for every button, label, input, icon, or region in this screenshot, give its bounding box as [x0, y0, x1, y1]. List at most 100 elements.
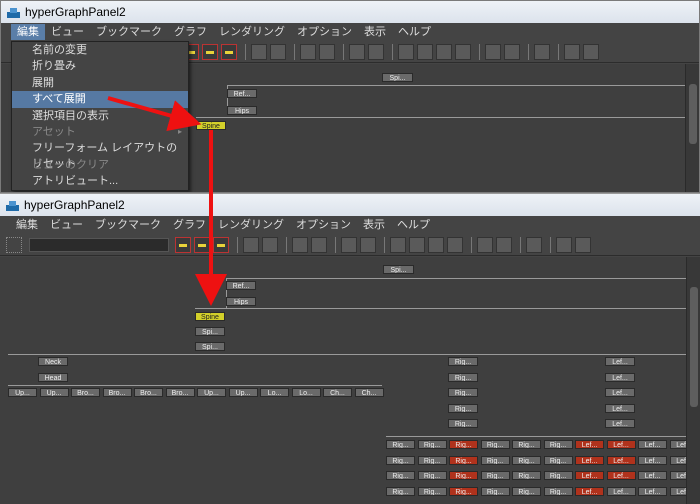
graph-node[interactable]: Up... [228, 388, 258, 397]
graph-node[interactable]: Lef... [606, 455, 636, 465]
menu-edit[interactable]: 編集 [10, 217, 44, 233]
bookmark-icon[interactable] [300, 43, 316, 60]
menu-help[interactable]: ヘルプ [391, 217, 436, 233]
output-connections-icon[interactable] [213, 236, 229, 253]
graph-node[interactable]: Rig... [417, 455, 447, 465]
node-spine[interactable]: Spine [195, 312, 225, 321]
node-hips[interactable]: Hips [227, 106, 257, 115]
connect-icon[interactable] [564, 43, 580, 60]
graph-node[interactable]: Rig... [480, 471, 510, 480]
node-head[interactable]: Head [38, 373, 68, 382]
graph-node[interactable]: Lef... [605, 419, 635, 428]
node-spine1[interactable]: Spi... [195, 327, 225, 336]
graph-node[interactable]: Bro... [71, 388, 100, 397]
node-ref[interactable]: Ref... [226, 281, 256, 290]
graph-node[interactable]: Rig... [512, 440, 541, 449]
graph-node[interactable]: Ch... [323, 388, 352, 397]
graph-node[interactable]: Up... [8, 388, 37, 397]
graph-node[interactable]: Rig... [449, 455, 478, 465]
graph-node[interactable]: Rig... [417, 486, 447, 496]
graph-node[interactable]: Rig... [386, 455, 415, 465]
disconnect-icon[interactable] [575, 236, 591, 253]
menu-graph[interactable]: グラフ [167, 217, 212, 233]
graph-node[interactable]: Rig... [480, 440, 510, 449]
sun-settings-icon[interactable] [447, 236, 463, 253]
node-spine2[interactable]: Spi... [195, 342, 225, 351]
graph-node[interactable]: Lef... [606, 440, 636, 449]
graph-node[interactable]: Up... [39, 388, 69, 397]
bookmark-icon[interactable] [292, 236, 308, 253]
menu-show[interactable]: 表示 [358, 24, 392, 40]
graph-node[interactable]: Lef... [605, 388, 635, 397]
menu-item-collapse[interactable]: 折り畳み [12, 58, 188, 74]
graph-node[interactable]: Rig... [448, 388, 478, 397]
grip-icon[interactable] [6, 236, 22, 253]
menu-item-expand[interactable]: 展開 [12, 75, 188, 91]
menu-item-expand-all[interactable]: すべて展開 [12, 91, 188, 108]
graph-node[interactable]: Lef... [605, 403, 635, 413]
expand-icon[interactable] [251, 43, 267, 60]
menu-edit[interactable]: 編集 [11, 24, 45, 40]
menu-bookmarks[interactable]: ブックマーク [90, 24, 168, 40]
graph-node[interactable]: Lef... [575, 455, 604, 465]
menu-view[interactable]: ビュー [44, 217, 89, 233]
menu-graph[interactable]: グラフ [168, 24, 213, 40]
graph-node[interactable]: Bro... [165, 388, 195, 397]
graph-node[interactable]: Lef... [575, 471, 604, 480]
node-ref[interactable]: Ref... [227, 89, 257, 98]
node-neck[interactable]: Neck [38, 357, 68, 366]
graph-node[interactable]: Rig... [543, 455, 573, 465]
input-connections-icon[interactable] [194, 236, 210, 253]
zoom-icon[interactable] [485, 43, 501, 60]
graph-node[interactable]: Rig... [449, 440, 478, 449]
menu-rendering[interactable]: レンダリング [212, 217, 290, 233]
graph-node[interactable]: Lef... [638, 455, 667, 465]
graph-node[interactable]: Rig... [448, 403, 478, 413]
graph-node[interactable]: Rig... [386, 486, 415, 496]
graph-node[interactable]: Rig... [512, 455, 541, 465]
graph-view[interactable]: Spi... Ref... Hips Spine Spi... Spi... N… [0, 257, 686, 504]
node-hips[interactable]: Hips [226, 297, 256, 306]
empty-slot-icon[interactable] [526, 236, 542, 253]
menu-options[interactable]: オプション [290, 217, 357, 233]
collapse-icon[interactable] [262, 236, 278, 253]
layout-list-icon[interactable] [360, 236, 376, 253]
bookmark-add-icon[interactable] [319, 43, 335, 60]
zoom-options-icon[interactable] [496, 236, 512, 253]
frame-icon[interactable] [390, 236, 406, 253]
graph-node[interactable]: Rig... [512, 471, 541, 480]
graph-node[interactable]: Rig... [386, 440, 415, 449]
graph-node[interactable]: Bro... [102, 388, 132, 397]
graph-node[interactable]: Lef... [605, 372, 635, 382]
frame-all-icon[interactable] [417, 43, 433, 60]
graph-node[interactable]: Rig... [480, 455, 510, 465]
connect-icon[interactable] [556, 236, 572, 253]
layout-list-icon[interactable] [368, 43, 384, 60]
scene-hierarchy-icon[interactable] [175, 236, 191, 253]
layout-icon[interactable] [349, 43, 365, 60]
sun-icon[interactable] [436, 43, 452, 60]
graph-node[interactable]: Lef... [606, 486, 636, 496]
graph-node[interactable]: Rig... [449, 471, 478, 480]
scroll-thumb[interactable] [690, 287, 698, 407]
graph-node[interactable]: Lef... [669, 440, 686, 449]
graph-node[interactable]: Bro... [134, 388, 163, 397]
bookmark-add-icon[interactable] [311, 236, 327, 253]
menu-bookmarks[interactable]: ブックマーク [89, 217, 167, 233]
zoom-icon[interactable] [477, 236, 493, 253]
frame-all-icon[interactable] [409, 236, 425, 253]
graph-node[interactable]: Lef... [669, 486, 686, 496]
frame-icon[interactable] [398, 43, 414, 60]
graph-node[interactable]: Rig... [448, 372, 478, 382]
sun-icon[interactable] [428, 236, 444, 253]
expand-icon[interactable] [243, 236, 259, 253]
graph-node[interactable]: Lef... [575, 440, 604, 449]
graph-node[interactable]: Lef... [638, 486, 667, 496]
graph-node[interactable]: Lef... [575, 486, 604, 496]
menu-view[interactable]: ビュー [45, 24, 90, 40]
filter-field[interactable] [29, 237, 169, 252]
graph-node[interactable]: Lef... [669, 471, 686, 480]
graph-node[interactable]: Lo... [291, 388, 321, 397]
menu-item-show-selected[interactable]: 選択項目の表示 [12, 108, 188, 124]
graph-node[interactable]: Rig... [417, 440, 447, 449]
